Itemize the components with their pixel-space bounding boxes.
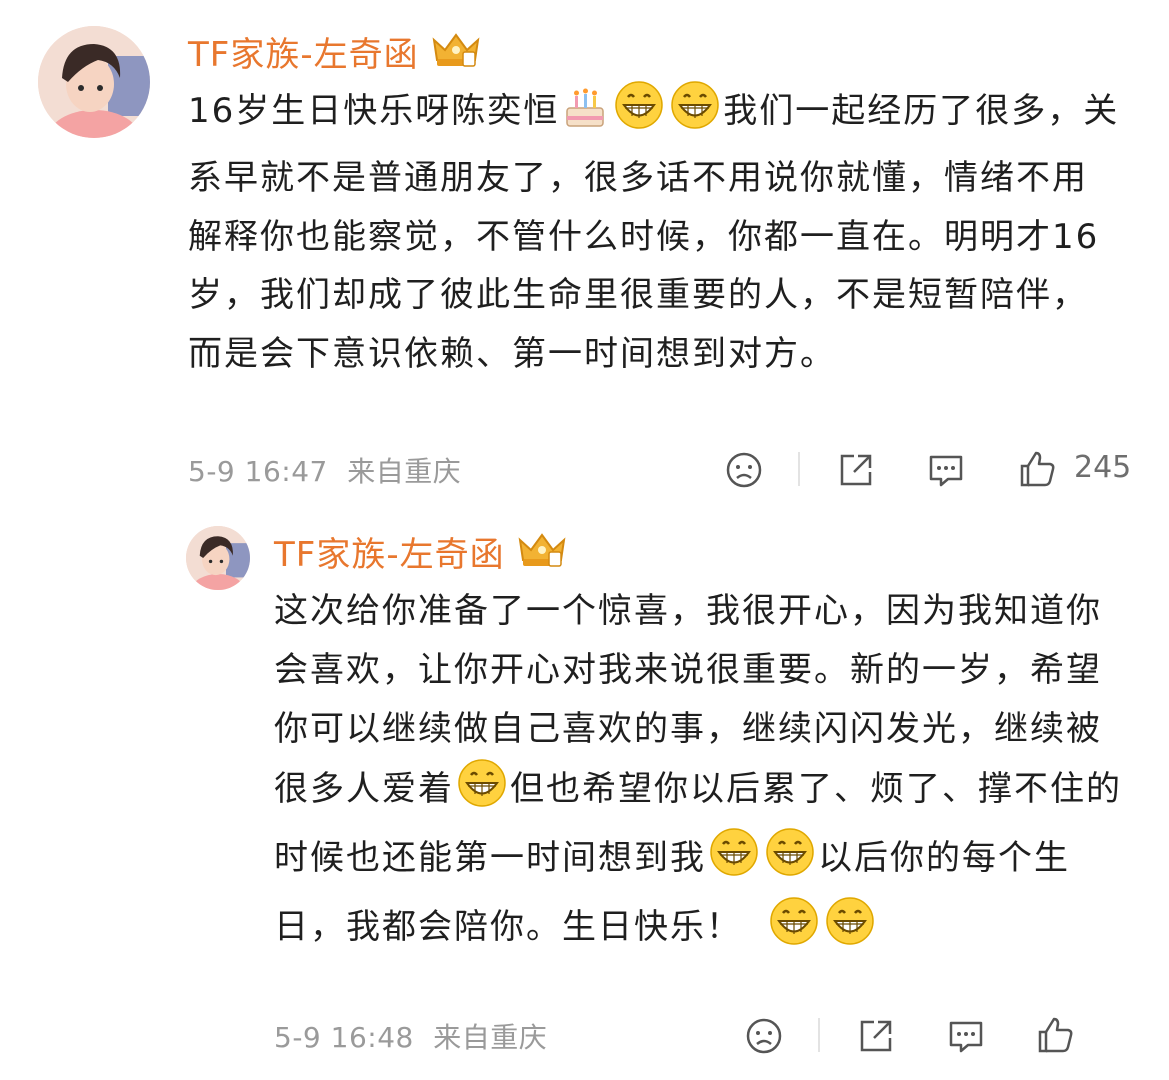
like-count: 245 <box>1074 450 1132 485</box>
comment-timestamp: 5-9 16:47 <box>188 455 328 488</box>
grin-emoji <box>670 80 720 149</box>
cake-emoji <box>562 86 608 149</box>
like-button[interactable] <box>1014 446 1060 492</box>
divider <box>818 1018 820 1052</box>
share-icon <box>840 454 872 486</box>
reply-like-button[interactable] <box>1032 1012 1078 1058</box>
divider <box>798 452 800 486</box>
reply-dislike-button[interactable] <box>742 1014 786 1058</box>
grin-emoji <box>457 758 507 827</box>
reply-username[interactable]: TF家族-左奇函 <box>274 530 567 579</box>
grin-emoji <box>825 896 875 965</box>
avatar[interactable] <box>38 26 150 138</box>
reply-timestamp: 5-9 16:48 <box>274 1021 414 1054</box>
grin-emoji <box>769 896 819 965</box>
comment-button[interactable] <box>924 448 968 492</box>
comment-icon <box>929 455 963 487</box>
dislike-button[interactable] <box>722 448 766 492</box>
username[interactable]: TF家族-左奇函 <box>188 30 481 79</box>
reply-username-text: TF家族-左奇函 <box>274 534 505 575</box>
reply-comment-button[interactable] <box>944 1014 988 1058</box>
dislike-face-icon <box>726 452 762 488</box>
reply-meta: 5-9 16:48 来自重庆 <box>274 1016 547 1056</box>
comment-location: 来自重庆 <box>347 455 462 488</box>
crown-badge-icon <box>517 530 567 579</box>
comment-icon <box>949 1021 983 1053</box>
share-icon <box>860 1020 892 1052</box>
dislike-face-icon <box>746 1018 782 1054</box>
crown-badge-icon <box>431 30 481 79</box>
grin-emoji <box>614 80 664 149</box>
reply-content: 这次给你准备了一个惊喜，我很开心，因为我知道你会喜欢，让你开心对我来说很重要。新… <box>274 582 1124 965</box>
share-button[interactable] <box>834 448 878 492</box>
comment-content: 16岁生日快乐呀陈奕恒 我们一起经历了很多，关系早就不是普通朋友了，很多话不用说你… <box>188 80 1123 384</box>
comment-text-1: 16岁生日快乐呀陈奕恒 <box>188 91 560 131</box>
comment-meta: 5-9 16:47 来自重庆 <box>188 450 461 490</box>
username-text: TF家族-左奇函 <box>188 34 419 75</box>
reply-avatar[interactable] <box>186 526 250 590</box>
reply-share-button[interactable] <box>854 1014 898 1058</box>
grin-emoji <box>709 827 759 896</box>
reply-location: 来自重庆 <box>433 1021 548 1054</box>
like-icon <box>1038 1017 1073 1053</box>
like-icon <box>1020 451 1055 487</box>
grin-emoji <box>765 827 815 896</box>
